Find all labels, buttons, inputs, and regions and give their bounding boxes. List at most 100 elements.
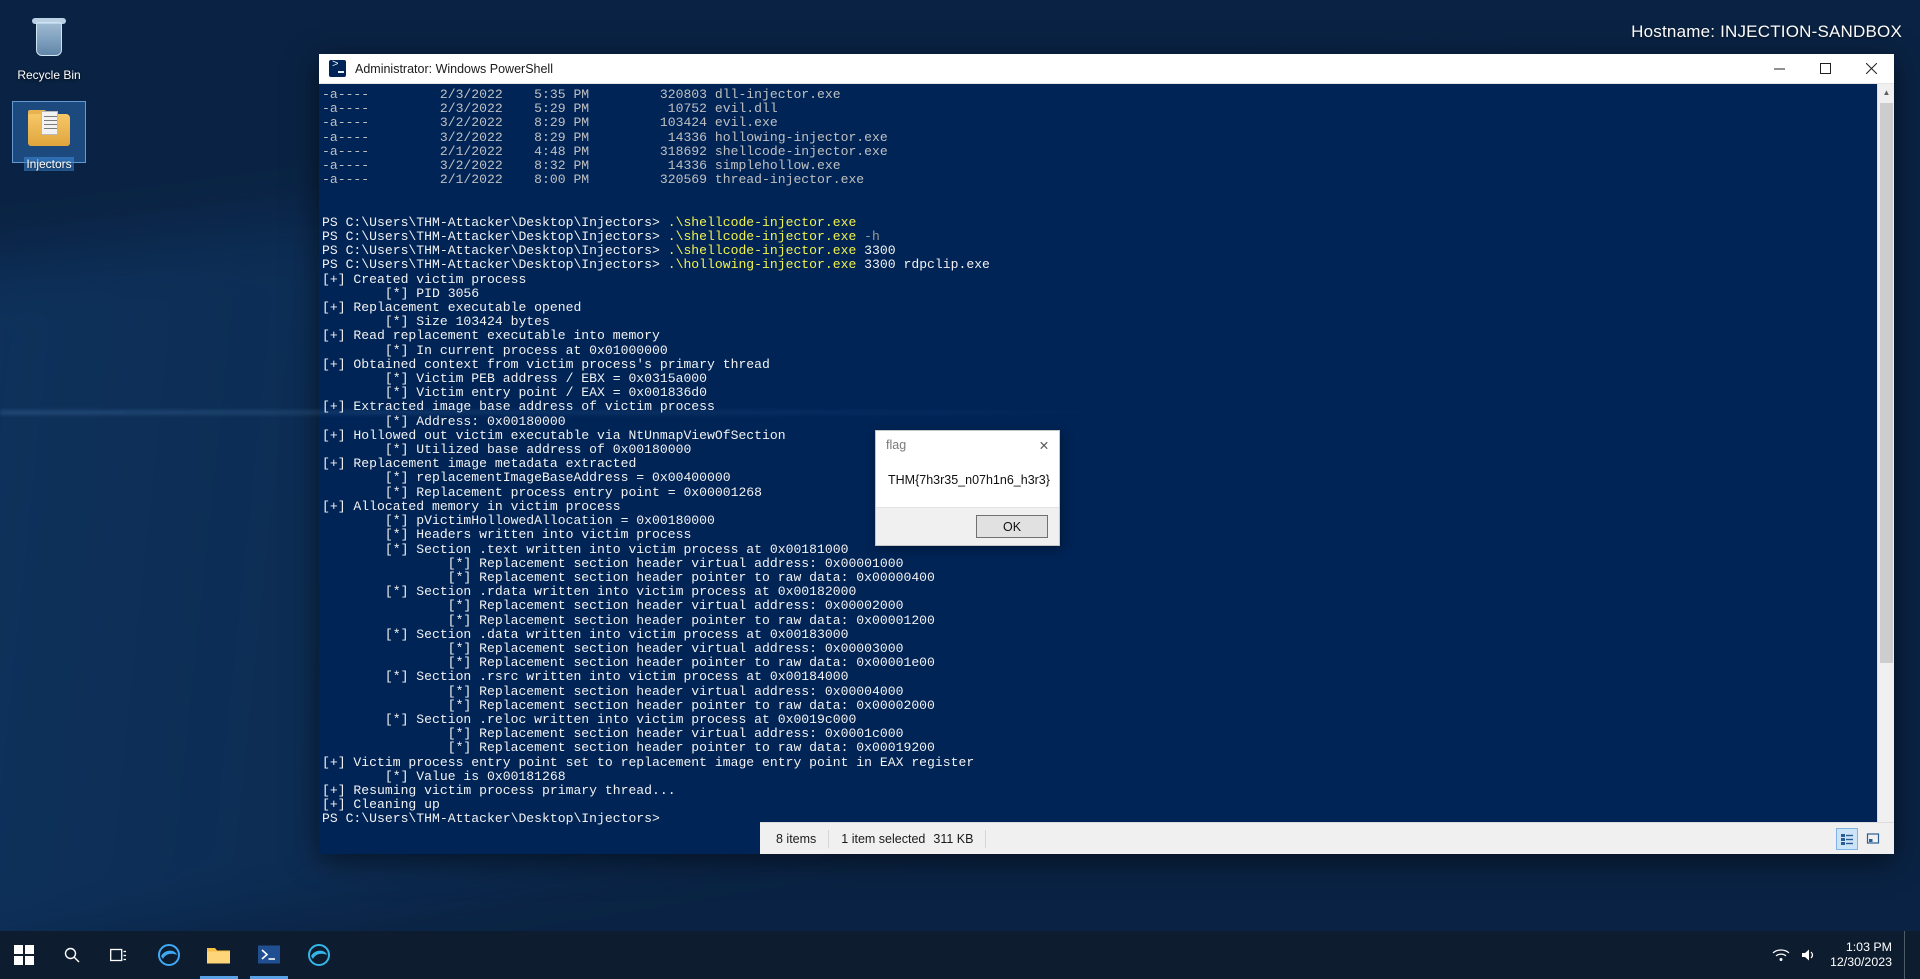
windows-logo-icon xyxy=(14,945,34,965)
console-line: [*] Section .rdata written into victim p… xyxy=(322,584,857,600)
console-line: [*] In current process at 0x01000000 xyxy=(322,342,668,358)
desktop-icon-label: Injectors xyxy=(26,157,72,171)
powershell-window[interactable]: Administrator: Windows PowerShell -a----… xyxy=(319,54,1894,854)
console-line: [*] Utilized base address of 0x00180000 xyxy=(322,442,692,458)
folder-icon xyxy=(25,105,73,153)
start-button[interactable] xyxy=(0,931,48,979)
console-line: PS C:\Users\THM-Attacker\Desktop\Injecto… xyxy=(322,258,1877,272)
console-line: [+] Cleaning up xyxy=(322,797,440,813)
powershell-icon xyxy=(258,945,280,964)
console-line: -a---- 2/3/2022 5:29 PM 10752 evil.dll xyxy=(322,101,778,117)
powershell-icon xyxy=(329,59,346,77)
flag-dialog[interactable]: flag ✕ THM{7h3r35_n07h1n6_h3r3} OK xyxy=(875,430,1060,546)
console-line: [*] Section .data written into victim pr… xyxy=(322,626,849,642)
console-line: PS C:\Users\THM-Attacker\Desktop\Injecto… xyxy=(322,229,1877,245)
scroll-up-arrow[interactable]: ▲ xyxy=(1878,84,1895,101)
clock-date: 12/30/2023 xyxy=(1829,955,1892,969)
console-line: [+] Extracted image base address of vict… xyxy=(322,399,715,415)
task-view-icon xyxy=(110,948,126,961)
clock-time: 1:03 PM xyxy=(1845,940,1892,954)
console-line: [+] Replacement image metadata extracted xyxy=(322,456,637,472)
console-line: [*] Replacement section header virtual a… xyxy=(322,640,904,656)
console-line: [+] Resuming victim process primary thre… xyxy=(322,782,676,798)
desktop-icon-label: Recycle Bin xyxy=(17,68,81,82)
file-explorer-button[interactable] xyxy=(194,931,244,979)
console-segment: .\shellcode-injector.exe xyxy=(667,229,857,245)
console-line: [*] Replacement section header virtual a… xyxy=(322,598,904,614)
console-line: -a---- 3/2/2022 8:29 PM 14336 hollowing-… xyxy=(322,129,888,145)
console-line: [*] Address: 0x00180000 xyxy=(322,413,566,429)
show-desktop-button[interactable] xyxy=(1904,931,1912,979)
console-line: PS C:\Users\THM-Attacker\Desktop\Injecto… xyxy=(322,214,1877,230)
close-icon[interactable]: ✕ xyxy=(1029,431,1059,459)
console-line: [*] Replacement section header virtual a… xyxy=(322,555,904,571)
taskbar[interactable]: 1:03 PM 12/30/2023 xyxy=(0,931,1920,979)
console-line: [*] Replacement section header pointer t… xyxy=(322,740,935,756)
console-line: [+] Replacement executable opened xyxy=(322,300,582,316)
console-line: [*] Replacement section header virtual a… xyxy=(322,683,904,699)
console-line: -a---- 2/1/2022 4:48 PM 318692 shellcode… xyxy=(322,143,888,159)
console-segment: PS C:\Users\THM-Attacker\Desktop\Injecto… xyxy=(322,214,668,230)
status-selection: 1 item selected xyxy=(841,831,926,846)
scrollbar-thumb[interactable] xyxy=(1880,103,1893,663)
taskbar-clock[interactable]: 1:03 PM 12/30/2023 xyxy=(1822,940,1904,970)
console-line: [*] pVictimHollowedAllocation = 0x001800… xyxy=(322,513,715,529)
details-view-button[interactable] xyxy=(1836,827,1858,850)
console-segment: .\hollowing-injector.exe xyxy=(667,257,857,273)
console-line: [+] Victim process entry point set to re… xyxy=(322,754,975,770)
console-line: [*] Section .text written into victim pr… xyxy=(322,541,849,557)
edge-icon xyxy=(308,944,330,966)
large-icons-view-button[interactable] xyxy=(1862,828,1884,850)
console-line: -a---- 3/2/2022 8:32 PM 14336 simpleholl… xyxy=(322,158,841,174)
powershell-button[interactable] xyxy=(244,931,294,979)
console-line: [+] Obtained context from victim process… xyxy=(322,356,770,372)
dialog-titlebar[interactable]: flag ✕ xyxy=(876,431,1059,459)
console-line: -a---- 2/1/2022 8:00 PM 320569 thread-in… xyxy=(322,172,865,188)
console-line: [*] Victim PEB address / EBX = 0x0315a00… xyxy=(322,371,708,387)
console-line: [*] Replacement section header virtual a… xyxy=(322,726,904,742)
console-line: [*] Victim entry point / EAX = 0x001836d… xyxy=(322,385,708,401)
window-title: Administrator: Windows PowerShell xyxy=(355,61,553,76)
console-segment: -h xyxy=(856,229,880,245)
console-segment: .\shellcode-injector.exe xyxy=(667,243,857,259)
console-segment: PS C:\Users\THM-Attacker\Desktop\Injecto… xyxy=(322,229,668,245)
search-button[interactable] xyxy=(48,931,96,979)
console-scrollbar[interactable]: ▲ ▼ xyxy=(1877,84,1894,854)
console-output[interactable]: -a---- 2/3/2022 5:35 PM 320803 dll-injec… xyxy=(319,84,1877,854)
console-line: [+] Allocated memory in victim process xyxy=(322,498,621,514)
powershell-titlebar[interactable]: Administrator: Windows PowerShell xyxy=(319,54,1894,84)
console-line: -a---- 3/2/2022 8:29 PM 103424 evil.exe xyxy=(322,115,778,131)
console-segment: PS C:\Users\THM-Attacker\Desktop\Injecto… xyxy=(322,257,668,273)
console-line: [*] Replacement process entry point = 0x… xyxy=(322,484,763,500)
console-line: [*] Replacement section header pointer t… xyxy=(322,612,935,628)
minimize-button[interactable] xyxy=(1756,54,1802,84)
maximize-button[interactable] xyxy=(1802,54,1848,84)
console-segment: 3300 rdpclip.exe xyxy=(856,257,990,273)
console-segment: .\shellcode-injector.exe xyxy=(667,214,857,230)
status-divider-2 xyxy=(985,829,987,848)
desktop-icon-recycle-bin[interactable]: Recycle Bin xyxy=(6,16,92,82)
close-button[interactable] xyxy=(1848,54,1894,84)
file-explorer-icon xyxy=(207,948,230,964)
edge-button[interactable] xyxy=(294,931,344,979)
dialog-footer: OK xyxy=(876,507,1059,545)
recycle-bin-icon xyxy=(25,16,73,64)
console-segment: PS C:\Users\THM-Attacker\Desktop\Injecto… xyxy=(322,243,668,259)
volume-icon[interactable] xyxy=(1800,948,1816,962)
edge-legacy-button[interactable] xyxy=(144,931,194,979)
desktop-background[interactable]: Hostname: INJECTION-SANDBOX Recycle Bin … xyxy=(0,0,1920,979)
network-icon[interactable] xyxy=(1772,948,1790,962)
edge-legacy-icon xyxy=(158,944,180,966)
dialog-message: THM{7h3r35_n07h1n6_h3r3} xyxy=(876,459,1059,507)
status-selection-size: 311 KB xyxy=(933,831,974,846)
console-line: [*] Size 103424 bytes xyxy=(322,314,550,330)
console-line: [*] Replacement section header pointer t… xyxy=(322,697,935,713)
desktop-icon-injectors[interactable]: Injectors xyxy=(6,101,92,171)
console-line: [*] Value is 0x00181268 xyxy=(322,768,566,784)
console-line: [+] Read replacement executable into mem… xyxy=(322,328,660,344)
task-view-button[interactable] xyxy=(96,931,144,979)
dialog-title: flag xyxy=(886,438,907,452)
ok-button[interactable]: OK xyxy=(976,515,1048,538)
